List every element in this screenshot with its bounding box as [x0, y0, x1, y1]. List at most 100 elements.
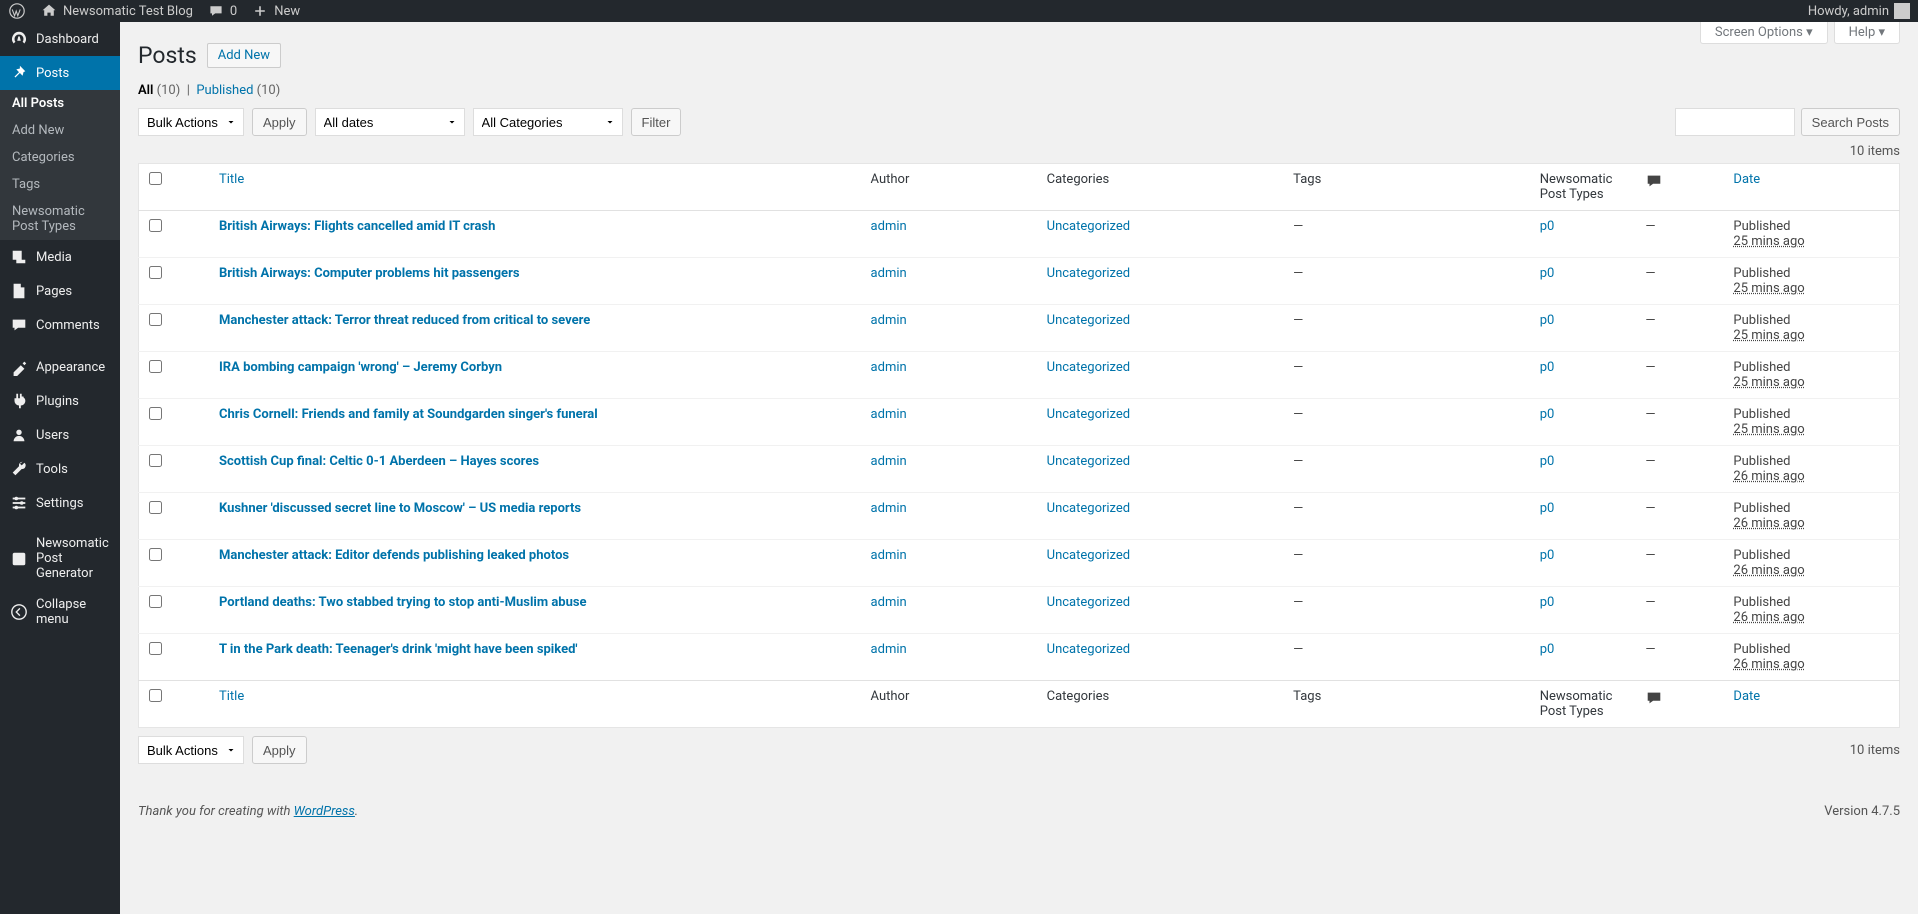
row-checkbox[interactable]: [149, 454, 162, 467]
row-checkbox[interactable]: [149, 266, 162, 279]
post-category-link[interactable]: Uncategorized: [1047, 407, 1130, 422]
plus-icon: [251, 2, 269, 20]
filter-all[interactable]: All: [138, 83, 153, 98]
post-author-link[interactable]: admin: [871, 548, 907, 563]
row-checkbox[interactable]: [149, 360, 162, 373]
submenu-item-all-posts[interactable]: All Posts: [0, 90, 120, 117]
post-category-link[interactable]: Uncategorized: [1047, 454, 1130, 469]
post-author-link[interactable]: admin: [871, 407, 907, 422]
post-title-link[interactable]: T in the Park death: Teenager's drink 'm…: [219, 642, 578, 657]
submenu-item-categories[interactable]: Categories: [0, 144, 120, 171]
col-title[interactable]: Title: [209, 164, 861, 211]
apply-button-bottom[interactable]: Apply: [252, 736, 307, 764]
wordpress-link[interactable]: WordPress: [294, 804, 355, 819]
add-new-button[interactable]: Add New: [207, 43, 281, 68]
select-all-top[interactable]: [149, 172, 162, 185]
post-author-link[interactable]: admin: [871, 266, 907, 281]
menu-item-collapse-menu[interactable]: Collapse menu: [0, 589, 120, 635]
comments-link[interactable]: 0: [207, 2, 237, 20]
post-title-link[interactable]: British Airways: Computer problems hit p…: [219, 266, 520, 281]
post-author-link[interactable]: admin: [871, 313, 907, 328]
filter-published[interactable]: Published: [196, 83, 253, 98]
post-category-link[interactable]: Uncategorized: [1047, 642, 1130, 657]
new-link[interactable]: New: [251, 2, 300, 20]
post-author-link[interactable]: admin: [871, 595, 907, 610]
post-type-link[interactable]: p0: [1540, 360, 1555, 375]
menu-item-plugins[interactable]: Plugins: [0, 384, 120, 418]
post-category-link[interactable]: Uncategorized: [1047, 501, 1130, 516]
post-author-link[interactable]: admin: [871, 501, 907, 516]
post-author-link[interactable]: admin: [871, 454, 907, 469]
post-author-link[interactable]: admin: [871, 219, 907, 234]
post-category-link[interactable]: Uncategorized: [1047, 219, 1130, 234]
menu-item-appearance[interactable]: Appearance: [0, 350, 120, 384]
table-row: Manchester attack: Terror threat reduced…: [139, 305, 1900, 352]
menu-item-newsomatic-post-generator[interactable]: Newsomatic Post Generator: [0, 528, 120, 589]
post-title-link[interactable]: Manchester attack: Terror threat reduced…: [219, 313, 590, 328]
post-type-link[interactable]: p0: [1540, 313, 1555, 328]
post-title-link[interactable]: Manchester attack: Editor defends publis…: [219, 548, 569, 563]
row-checkbox[interactable]: [149, 642, 162, 655]
row-checkbox[interactable]: [149, 407, 162, 420]
post-category-link[interactable]: Uncategorized: [1047, 313, 1130, 328]
post-title-link[interactable]: IRA bombing campaign 'wrong' – Jeremy Co…: [219, 360, 502, 375]
date-filter-select[interactable]: All dates: [315, 108, 465, 136]
wp-logo[interactable]: [8, 2, 26, 20]
post-author-link[interactable]: admin: [871, 642, 907, 657]
post-type-link[interactable]: p0: [1540, 595, 1555, 610]
post-tags: —: [1283, 587, 1530, 634]
post-type-link[interactable]: p0: [1540, 266, 1555, 281]
post-category-link[interactable]: Uncategorized: [1047, 266, 1130, 281]
row-checkbox[interactable]: [149, 219, 162, 232]
post-type-link[interactable]: p0: [1540, 642, 1555, 657]
post-title-link[interactable]: British Airways: Flights cancelled amid …: [219, 219, 495, 234]
bulk-actions-select-bottom[interactable]: Bulk Actions: [138, 736, 244, 764]
menu-label: Collapse menu: [36, 597, 110, 627]
menu-item-users[interactable]: Users: [0, 418, 120, 452]
menu-item-settings[interactable]: Settings: [0, 486, 120, 520]
site-link[interactable]: Newsomatic Test Blog: [40, 2, 193, 20]
col-title-foot[interactable]: Title: [209, 681, 861, 728]
submenu-item-newsomatic-post-types[interactable]: Newsomatic Post Types: [0, 198, 120, 240]
menu-item-pages[interactable]: Pages: [0, 274, 120, 308]
col-date[interactable]: Date: [1723, 164, 1899, 211]
post-type-link[interactable]: p0: [1540, 501, 1555, 516]
menu-label: Appearance: [36, 360, 105, 375]
help-tab[interactable]: Help ▾: [1834, 22, 1900, 44]
post-type-link[interactable]: p0: [1540, 219, 1555, 234]
submenu-item-add-new[interactable]: Add New: [0, 117, 120, 144]
search-button[interactable]: Search Posts: [1801, 108, 1900, 136]
post-category-link[interactable]: Uncategorized: [1047, 548, 1130, 563]
post-title-link[interactable]: Kushner 'discussed secret line to Moscow…: [219, 501, 581, 516]
col-author-foot: Author: [861, 681, 1037, 728]
row-checkbox[interactable]: [149, 313, 162, 326]
row-checkbox[interactable]: [149, 501, 162, 514]
submenu-item-tags[interactable]: Tags: [0, 171, 120, 198]
post-author-link[interactable]: admin: [871, 360, 907, 375]
post-type-link[interactable]: p0: [1540, 407, 1555, 422]
post-category-link[interactable]: Uncategorized: [1047, 595, 1130, 610]
menu-item-dashboard[interactable]: Dashboard: [0, 22, 120, 56]
menu-item-comments[interactable]: Comments: [0, 308, 120, 342]
menu-item-posts[interactable]: Posts: [0, 56, 120, 90]
post-type-link[interactable]: p0: [1540, 548, 1555, 563]
post-title-link[interactable]: Portland deaths: Two stabbed trying to s…: [219, 595, 587, 610]
account-link[interactable]: Howdy, admin: [1808, 3, 1910, 19]
bulk-actions-select[interactable]: Bulk Actions: [138, 108, 244, 136]
select-all-bottom[interactable]: [149, 689, 162, 702]
row-checkbox[interactable]: [149, 548, 162, 561]
post-title-link[interactable]: Chris Cornell: Friends and family at Sou…: [219, 407, 598, 422]
search-input[interactable]: [1675, 108, 1795, 136]
post-type-link[interactable]: p0: [1540, 454, 1555, 469]
menu-item-tools[interactable]: Tools: [0, 452, 120, 486]
category-filter-select[interactable]: All Categories: [473, 108, 623, 136]
filter-button[interactable]: Filter: [631, 108, 682, 136]
post-title-link[interactable]: Scottish Cup final: Celtic 0-1 Aberdeen …: [219, 454, 539, 469]
row-checkbox[interactable]: [149, 595, 162, 608]
menu-item-media[interactable]: Media: [0, 240, 120, 274]
col-date-foot[interactable]: Date: [1723, 681, 1899, 728]
post-category-link[interactable]: Uncategorized: [1047, 360, 1130, 375]
table-row: T in the Park death: Teenager's drink 'm…: [139, 634, 1900, 681]
apply-button[interactable]: Apply: [252, 108, 307, 136]
screen-options-tab[interactable]: Screen Options ▾: [1700, 22, 1828, 44]
